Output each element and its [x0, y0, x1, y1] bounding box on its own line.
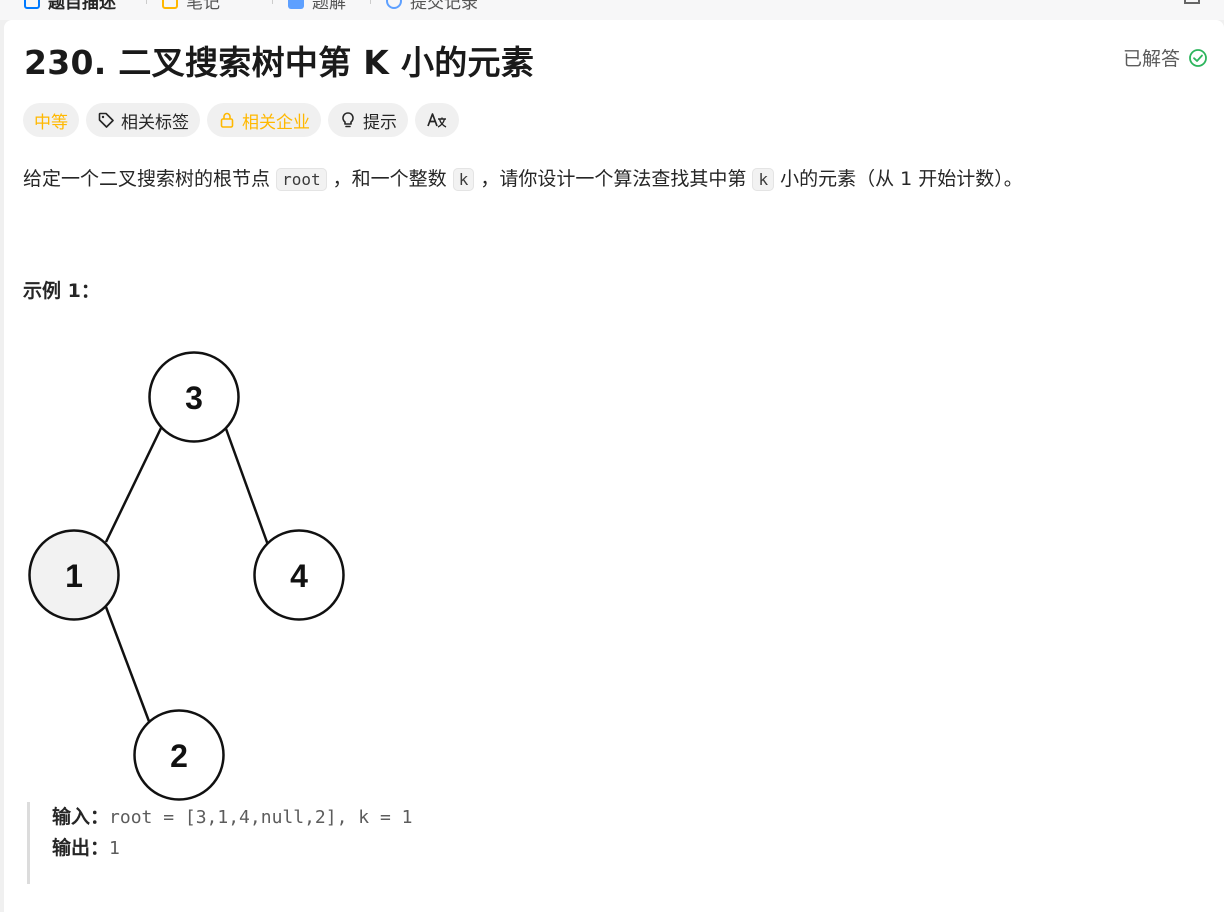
- lock-icon: [220, 112, 234, 128]
- example-io-block: 输入：root = [3,1,4,null,2], k = 1 输出：1: [27, 802, 412, 884]
- tab-notes-label: 笔记: [186, 0, 220, 13]
- solutions-icon: [288, 0, 304, 9]
- tab-divider: [146, 0, 147, 4]
- problem-description: 给定一个二叉搜索树的根节点 root ，和一个整数 k ，请你设计一个算法查找其…: [23, 164, 1023, 195]
- tab-divider: [370, 0, 371, 4]
- desc-text: ，和一个整数: [332, 168, 447, 190]
- check-circle-icon: [1189, 48, 1207, 67]
- problem-title: 230. 二叉搜索树中第 K 小的元素: [24, 43, 535, 82]
- inline-code: k: [752, 168, 775, 191]
- notes-icon: [162, 0, 178, 9]
- example-output: 输出：1: [52, 833, 412, 864]
- input-label: 输入：: [52, 806, 110, 828]
- hint-button[interactable]: 提示: [328, 103, 408, 137]
- tree-edge: [223, 425, 270, 546]
- tree-edge: [104, 606, 152, 725]
- history-icon: [386, 0, 402, 9]
- solved-status: 已解答: [1123, 44, 1208, 71]
- inline-code: k: [452, 168, 475, 191]
- hint-label: 提示: [363, 112, 397, 133]
- translate-button[interactable]: [415, 103, 459, 137]
- expand-icon[interactable]: [1184, 0, 1200, 4]
- tab-submissions[interactable]: 提交记录: [386, 0, 478, 13]
- description-icon: [24, 0, 40, 9]
- example-input: 输入：root = [3,1,4,null,2], k = 1: [52, 802, 412, 833]
- example-title: 示例 1：: [23, 280, 100, 302]
- tab-submissions-label: 提交记录: [410, 0, 478, 13]
- tab-description[interactable]: 题目描述: [24, 0, 116, 13]
- tab-divider: [272, 0, 273, 4]
- tree-node-label: 3: [185, 380, 203, 416]
- related-tags-label: 相关标签: [121, 112, 189, 133]
- translate-icon: [427, 113, 447, 128]
- difficulty-label: 中等: [34, 112, 68, 133]
- output-value: 1: [109, 838, 120, 859]
- tab-description-label: 题目描述: [48, 0, 116, 13]
- lightbulb-icon: [342, 112, 354, 128]
- tab-bar: 题目描述 笔记 题解 提交记录: [0, 0, 1224, 20]
- problem-tags: 中等 相关标签 相关企业 提示: [23, 103, 459, 137]
- tab-solutions-label: 题解: [312, 0, 346, 13]
- solved-label: 已解答: [1122, 48, 1180, 70]
- related-companies-label: 相关企业: [242, 112, 310, 133]
- tree-node-label: 4: [290, 558, 308, 594]
- tag-icon: [98, 112, 114, 128]
- output-label: 输出：: [52, 837, 110, 859]
- tree-node-label: 1: [65, 558, 83, 594]
- tab-notes[interactable]: 笔记: [162, 0, 220, 13]
- desc-text: 给定一个二叉搜索树的根节点: [23, 168, 271, 190]
- example-tree-diagram: 3 1 4 2: [28, 351, 345, 801]
- desc-text: 小的元素（从 1 开始计数）。: [780, 168, 1023, 190]
- inline-code: root: [276, 168, 327, 191]
- tree-edge: [104, 425, 164, 543]
- tree-node-label: 2: [170, 738, 188, 774]
- related-companies-button[interactable]: 相关企业: [207, 103, 321, 137]
- difficulty-badge[interactable]: 中等: [23, 103, 79, 137]
- related-tags-button[interactable]: 相关标签: [86, 103, 200, 137]
- tab-solutions[interactable]: 题解: [288, 0, 346, 13]
- input-value: root = [3,1,4,null,2], k = 1: [109, 807, 413, 828]
- desc-text: ，请你设计一个算法查找其中第: [480, 168, 747, 190]
